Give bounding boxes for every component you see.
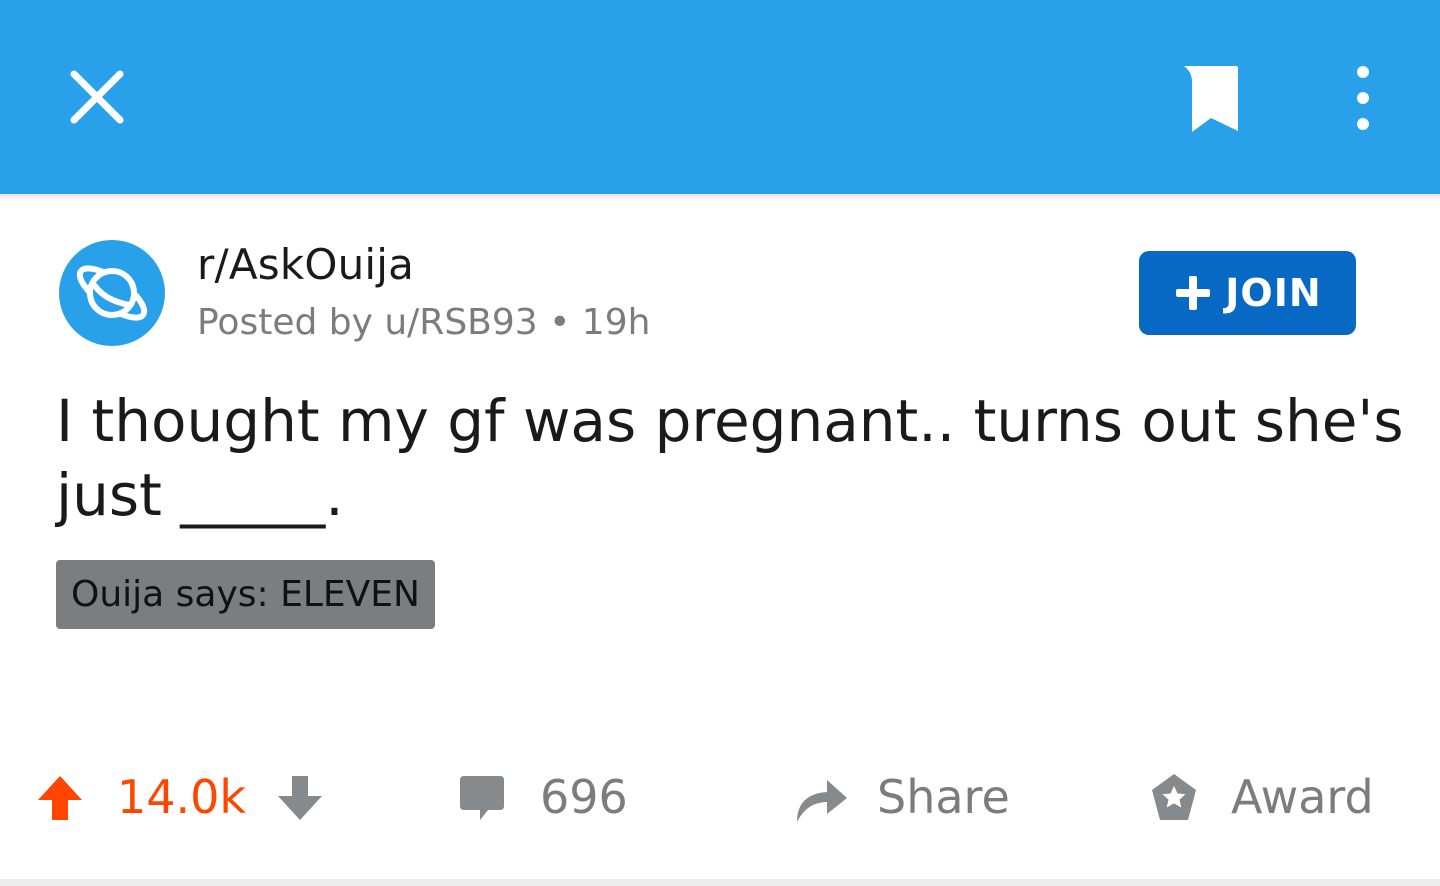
plus-icon [1173, 273, 1213, 313]
bookmark-icon[interactable] [1178, 62, 1242, 134]
vote-score: 14.0k [117, 770, 247, 824]
award-icon[interactable] [1148, 772, 1200, 824]
post-title[interactable]: I thought my gf was pregnant.. turns out… [56, 384, 1416, 532]
subreddit-avatar-icon[interactable] [58, 239, 166, 347]
share-icon[interactable] [793, 772, 849, 824]
top-app-bar [0, 0, 1440, 194]
share-button[interactable]: Share [877, 770, 1010, 824]
subreddit-name[interactable]: r/AskOuija [197, 240, 414, 289]
join-button[interactable]: JOIN [1139, 251, 1356, 335]
comment-count[interactable]: 696 [540, 770, 628, 824]
upvote-icon[interactable] [36, 774, 84, 822]
post-meta: Posted by u/RSB93 • 19h [197, 302, 651, 343]
close-icon[interactable] [66, 66, 128, 128]
downvote-icon[interactable] [276, 774, 324, 822]
comment-icon[interactable] [458, 774, 506, 822]
bottom-divider [0, 879, 1440, 886]
join-label: JOIN [1225, 271, 1322, 315]
more-vertical-icon[interactable] [1342, 62, 1384, 134]
award-button[interactable]: Award [1231, 770, 1374, 824]
post-flair[interactable]: Ouija says: ELEVEN [56, 560, 435, 629]
header-shadow [0, 194, 1440, 200]
